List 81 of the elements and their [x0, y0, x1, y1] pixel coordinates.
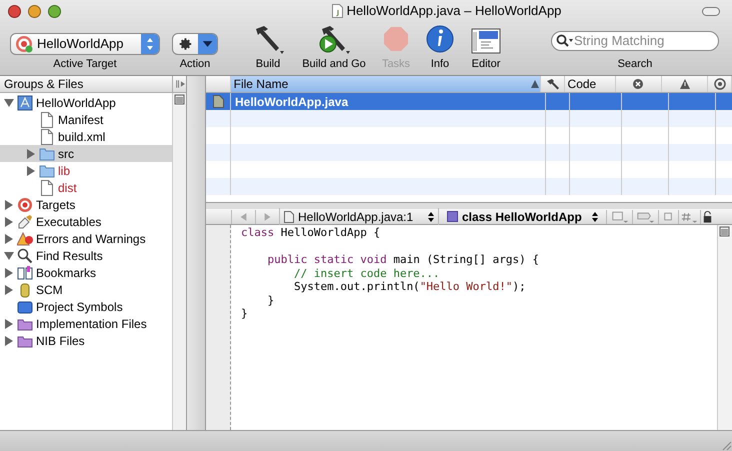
disclosure-triangle-icon[interactable] — [4, 268, 14, 278]
column-header[interactable]: File Name — [230, 76, 541, 92]
code-line: } — [266, 294, 276, 307]
disclosure-triangle-icon[interactable] — [4, 234, 14, 244]
tree-item[interactable]: HelloWorldApp — [36, 94, 116, 112]
disclosure-triangle-icon[interactable] — [4, 318, 14, 328]
info-icon[interactable] — [425, 23, 455, 55]
class-icon — [447, 211, 458, 222]
tree-item[interactable]: Errors and Warnings — [36, 230, 146, 248]
file-icon — [39, 180, 55, 196]
error-icon — [631, 77, 646, 91]
target-popup[interactable]: HelloWorldApp — [10, 33, 160, 55]
warning-icon — [678, 77, 692, 91]
warning-icon — [17, 230, 33, 246]
disclosure-triangle-icon[interactable] — [4, 98, 14, 108]
disclosure-triangle-icon[interactable] — [4, 216, 14, 226]
stepper-icon — [592, 212, 598, 222]
list-icon[interactable] — [173, 93, 186, 106]
split-handle-icon[interactable] — [172, 76, 186, 92]
editor-icon[interactable] — [471, 27, 501, 55]
file-icon — [39, 112, 55, 128]
file-icon — [212, 95, 224, 108]
tree-item[interactable]: Executables — [36, 212, 102, 230]
toolbar-label: Action — [180, 58, 210, 71]
disclosure-triangle-icon[interactable] — [4, 250, 14, 260]
disclosure-triangle-icon[interactable] — [4, 200, 14, 210]
close-button[interactable] — [8, 4, 21, 18]
file-name: HelloWorldApp.java — [234, 94, 348, 110]
tree-item[interactable]: Targets — [36, 196, 76, 214]
tree-item[interactable]: Find Results — [36, 246, 103, 264]
toolbar-label: Editor — [472, 58, 500, 71]
action-popup[interactable] — [172, 33, 218, 55]
toolbar-label: Search — [618, 58, 652, 71]
disclosure-triangle-icon[interactable] — [4, 284, 14, 294]
code-line: // insert code here... — [292, 266, 441, 280]
sort-arrow-icon — [530, 79, 540, 89]
code-line: class HelloWorldApp { — [241, 226, 382, 240]
code-line: } — [241, 307, 249, 320]
disclosure-triangle-icon[interactable] — [26, 148, 36, 158]
resize-grip-icon[interactable] — [720, 439, 732, 451]
search-icon — [17, 248, 33, 264]
code-line: public static void main (String[] args) { — [266, 253, 540, 266]
project-icon — [17, 94, 33, 110]
minimize-button[interactable] — [28, 4, 41, 18]
zoom-button[interactable] — [48, 4, 61, 18]
tree-item[interactable]: Bookmarks — [36, 264, 96, 282]
toolbar-label: Active Target — [53, 58, 117, 71]
target-icon — [15, 35, 33, 53]
file-icon — [39, 128, 55, 144]
disclosure-triangle-icon[interactable] — [4, 336, 14, 346]
hammer-icon — [545, 77, 560, 91]
tree-item[interactable]: SCM — [36, 280, 63, 298]
tree-item[interactable]: Manifest — [58, 110, 104, 128]
tree-row[interactable]: src — [0, 145, 172, 162]
stepper-icon — [141, 34, 159, 54]
target-icon — [712, 77, 727, 91]
target-icon — [17, 196, 33, 212]
column-header[interactable]: Code — [564, 76, 616, 92]
search-field[interactable]: String Matching — [551, 31, 719, 51]
tree-item[interactable]: Implementation Files — [36, 314, 147, 332]
split-view-icon[interactable] — [718, 225, 732, 238]
stepper-icon — [428, 212, 434, 222]
book-icon — [17, 264, 33, 280]
toolbar-toggle-button[interactable] — [702, 6, 720, 16]
pencil-icon — [17, 214, 33, 230]
toolbar-label: Build — [256, 58, 280, 71]
window-title: HelloWorldApp.java – HelloWorldApp — [346, 2, 562, 20]
tree-item[interactable]: dist — [58, 178, 77, 196]
tree-item[interactable]: lib — [58, 162, 70, 180]
search-icon — [556, 34, 574, 48]
tree-item[interactable]: Project Symbols — [36, 298, 123, 316]
code-line: System.out.println("Hello World!"); — [292, 280, 527, 294]
disclosure-triangle-icon[interactable] — [26, 166, 36, 176]
tree-item[interactable]: NIB Files — [36, 332, 85, 350]
toolbar-label: Info — [430, 58, 450, 71]
toolbar-label: Build and Go — [302, 58, 366, 71]
file-row[interactable]: HelloWorldApp.java — [206, 93, 732, 110]
tree-item[interactable]: src — [58, 144, 74, 162]
tree-item[interactable]: build.xml — [58, 128, 106, 146]
lock-icon[interactable] — [700, 210, 714, 224]
caret-icon — [198, 34, 217, 54]
